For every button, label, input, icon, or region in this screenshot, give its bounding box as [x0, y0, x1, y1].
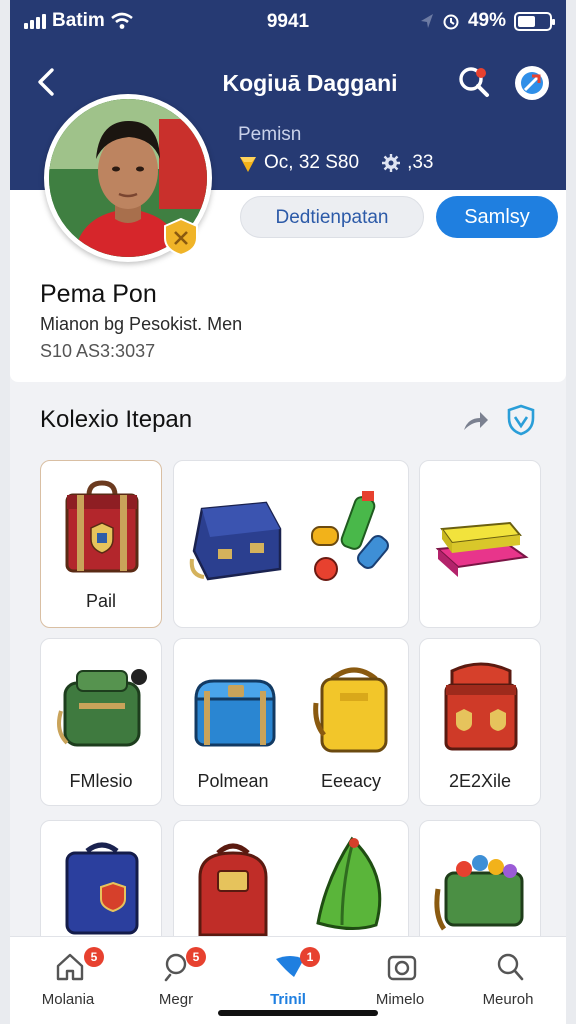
collection-item[interactable] — [419, 460, 541, 628]
blue-case-icon — [189, 501, 282, 581]
stat-gems: Oc, 32 S80 — [238, 152, 359, 174]
app-screen: Batim 9941 49% Kogiuā Daggani Pemisn Oc,… — [10, 0, 566, 1024]
tab-label: Trinil — [270, 991, 306, 1008]
tab-badge: 1 — [300, 947, 320, 967]
page-title: Kogiuā Daggani — [222, 70, 398, 96]
verified-badge-icon — [163, 217, 199, 257]
collection-item[interactable]: FMlesio — [40, 638, 162, 806]
compass-icon — [521, 72, 543, 94]
search-icon — [459, 67, 489, 97]
item-label: FMlesio — [69, 771, 133, 791]
collection-title: Kolexio Itepan — [40, 406, 193, 433]
tab-label: Megr — [158, 991, 194, 1008]
tab-label: Mimelo — [375, 991, 425, 1008]
profile-stats: Oc, 32 S80 ,33 — [238, 152, 449, 174]
red-backpack-icon — [198, 843, 268, 937]
item-label: Eeeacy — [320, 771, 382, 791]
navy-backpack-icon — [65, 842, 139, 935]
status-bar: Batim 9941 49% — [10, 0, 566, 42]
tab-camera[interactable]: Mimelo — [350, 947, 450, 1013]
gem-icon — [240, 157, 256, 172]
search-button[interactable] — [456, 64, 492, 100]
stat-level: ,33 — [381, 152, 433, 174]
tab-label: Molania — [41, 991, 95, 1008]
collection-item[interactable] — [173, 820, 409, 950]
bottles-icon — [311, 491, 389, 581]
yellow-pad-icon — [435, 521, 529, 577]
red-chest-icon — [444, 662, 518, 751]
collection-item[interactable]: Pail — [40, 460, 162, 628]
search-icon — [497, 953, 524, 981]
green-leaf-icon — [316, 836, 382, 930]
location-icon — [420, 14, 433, 28]
red-trunk-icon — [65, 480, 139, 573]
tab-home[interactable]: 5 Molania — [18, 947, 118, 1013]
item-label: Pail — [85, 591, 116, 611]
shield-icon — [507, 404, 535, 436]
battery-percent: 49% — [467, 10, 506, 31]
back-button[interactable] — [30, 64, 66, 100]
item-label: 2E2Xile — [448, 771, 512, 791]
battery-icon — [514, 11, 555, 31]
profile-label: Pemisn — [238, 124, 302, 145]
collection-item[interactable]: Polmean Eeeacy — [173, 638, 409, 806]
collection-item[interactable]: 2E2Xile — [419, 638, 541, 806]
profile-meta: S10 AS3:3037 — [40, 341, 156, 361]
share-button[interactable] — [460, 406, 490, 436]
settings-button[interactable] — [515, 66, 549, 100]
primary-action-button[interactable]: Samlsy — [436, 196, 558, 238]
collection-item[interactable] — [419, 820, 541, 950]
collection-item[interactable] — [40, 820, 162, 950]
profile-name: Pema Pon — [40, 280, 157, 308]
green-backpack-icon — [57, 669, 147, 747]
share-arrow-icon — [464, 412, 488, 430]
chevron-left-icon — [38, 68, 54, 96]
secondary-action-button[interactable]: Dedtienpatan — [240, 196, 424, 238]
home-icon — [56, 953, 84, 981]
yellow-bag-icon — [313, 667, 388, 753]
gear-icon — [382, 154, 401, 172]
favorite-button[interactable] — [506, 404, 536, 436]
tab-trinil[interactable]: 1 Trinil — [238, 947, 338, 1013]
home-indicator[interactable] — [218, 1010, 378, 1016]
tab-search[interactable]: Meuroh — [458, 947, 558, 1013]
collection-item[interactable] — [173, 460, 409, 628]
alarm-icon — [443, 14, 459, 30]
blue-chest-icon — [194, 679, 276, 747]
tab-badge: 5 — [186, 947, 206, 967]
green-basket-icon — [434, 855, 524, 931]
tab-messages[interactable]: 5 Megr — [126, 947, 226, 1013]
tab-badge: 5 — [84, 947, 104, 967]
camera-icon — [387, 955, 417, 981]
profile-subtitle: Mianon bg Pesokist. Men — [40, 314, 243, 334]
item-label: Polmean — [197, 771, 269, 791]
tab-label: Meuroh — [482, 991, 534, 1008]
